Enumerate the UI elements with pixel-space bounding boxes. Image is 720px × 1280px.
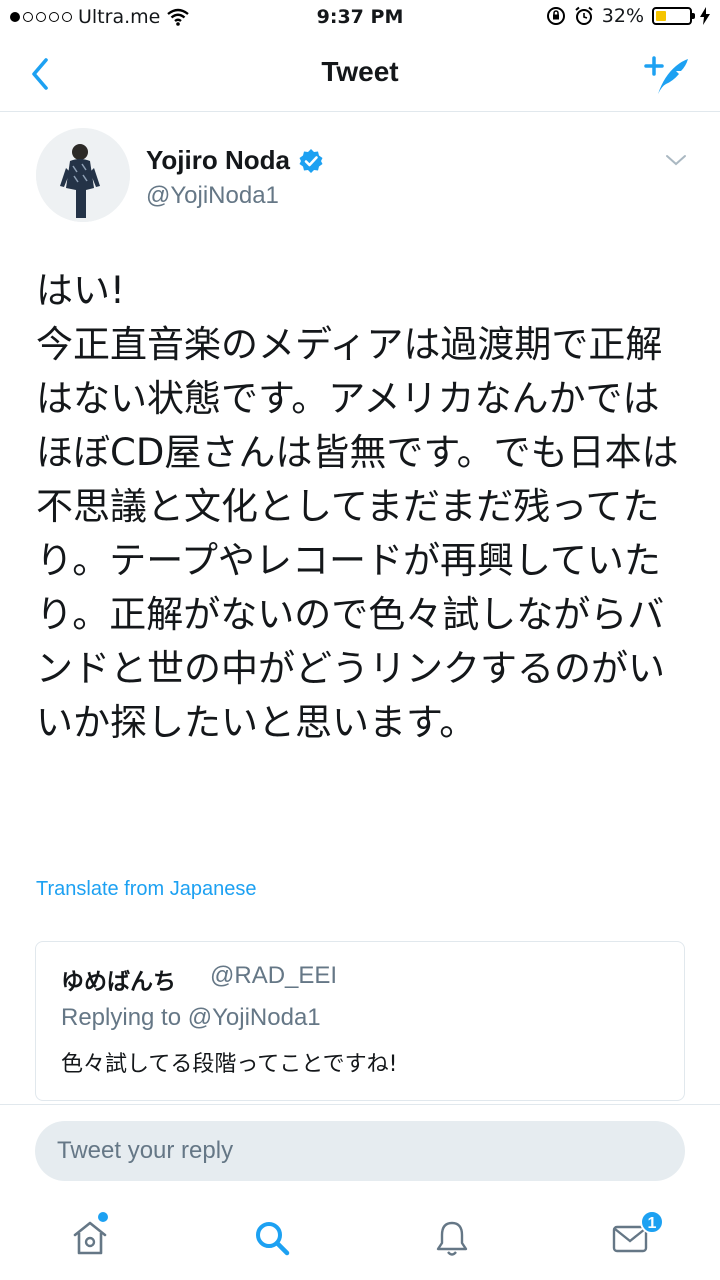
nav-bar: Tweet (0, 36, 720, 112)
reply-text: 色々試してる段階ってことですね! (61, 1052, 398, 1077)
messages-badge: 1 (640, 1210, 664, 1234)
charging-bolt-icon (700, 7, 710, 25)
avatar[interactable] (36, 128, 130, 222)
orientation-lock-icon (546, 7, 565, 25)
tab-home[interactable] (60, 1208, 120, 1268)
replying-to-label: Replying to @YojiNoda1 (61, 1004, 321, 1031)
compose-tweet-icon (644, 56, 688, 94)
notifications-icon (436, 1221, 468, 1256)
reply-card[interactable]: ゆめばんち @RAD_EEI Replying to @YojiNoda1 色々… (35, 941, 685, 1101)
page-title: Tweet (321, 56, 399, 87)
tweet-options-button[interactable] (664, 150, 688, 170)
author-handle[interactable]: @YojiNoda1 (146, 182, 279, 210)
tweet-text: はい! 今正直音楽のメディアは過渡期で正解はない状態です。アメリカなんかではほぼ… (36, 269, 679, 744)
tab-notifications[interactable] (422, 1208, 482, 1268)
chevron-down-icon (666, 155, 686, 166)
home-icon (73, 1221, 107, 1255)
status-bar: Ultra.me 9:37 PM 32% (0, 0, 720, 36)
tab-search[interactable] (242, 1208, 302, 1268)
translate-link[interactable]: Translate from Japanese (36, 878, 256, 901)
reply-input[interactable] (35, 1121, 685, 1181)
new-tweets-dot (98, 1212, 108, 1222)
alarm-icon (575, 6, 593, 25)
reply-author-name: ゆめばんち (61, 969, 176, 995)
verified-badge-icon (299, 148, 323, 173)
avatar-photo (36, 128, 130, 222)
tab-bar: 1 (0, 1200, 720, 1280)
author-name[interactable]: Yojiro Noda (146, 145, 290, 176)
battery-icon (652, 7, 695, 25)
battery-percent: 32% (601, 5, 644, 27)
battery-level-fill (656, 11, 666, 21)
search-icon (256, 1222, 290, 1256)
author-row: Yojiro Noda (146, 145, 324, 176)
reply-bar (0, 1104, 720, 1200)
reply-author-handle: @RAD_EEI (210, 962, 338, 989)
compose-tweet-button[interactable] (642, 50, 692, 98)
status-right-group: 32% (546, 5, 710, 27)
